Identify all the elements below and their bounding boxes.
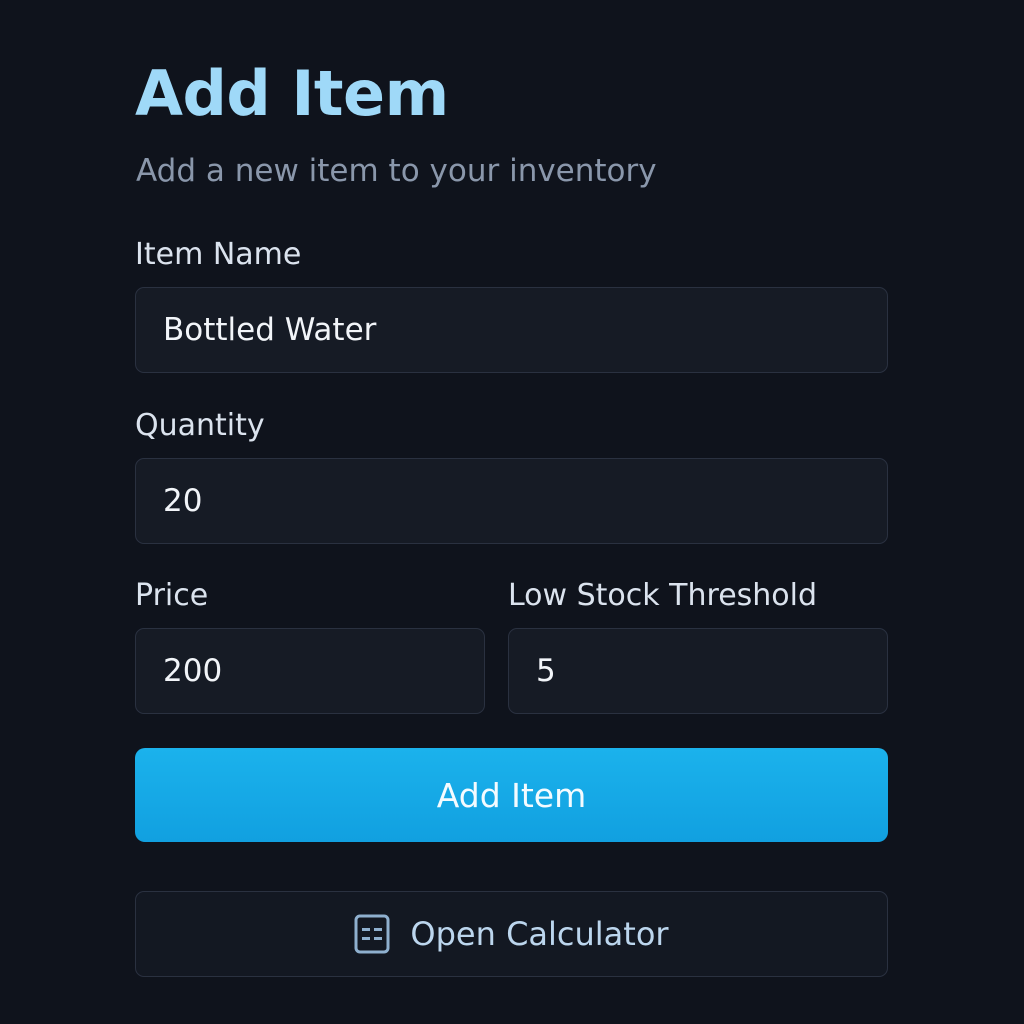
item-name-label: Item Name <box>135 237 302 272</box>
open-calculator-button[interactable]: Open Calculator <box>135 891 888 977</box>
item-name-input[interactable] <box>163 312 887 348</box>
low-stock-threshold-field[interactable] <box>508 628 888 714</box>
quantity-label: Quantity <box>135 408 265 443</box>
low-stock-threshold-label: Low Stock Threshold <box>508 578 818 613</box>
add-item-page: Add Item Add a new item to your inventor… <box>0 0 1024 1024</box>
page-title: Add Item <box>135 57 449 130</box>
quantity-field[interactable] <box>135 458 888 544</box>
calculator-icon <box>354 914 390 954</box>
page-subtitle: Add a new item to your inventory <box>136 153 657 189</box>
low-stock-threshold-input[interactable] <box>536 653 887 689</box>
item-name-field[interactable] <box>135 287 888 373</box>
open-calculator-label: Open Calculator <box>410 915 669 953</box>
add-item-button-label: Add Item <box>436 775 587 815</box>
quantity-input[interactable] <box>163 483 887 519</box>
price-field[interactable] <box>135 628 485 714</box>
price-label: Price <box>135 578 209 613</box>
price-input[interactable] <box>163 653 484 689</box>
add-item-button[interactable]: Add Item <box>135 748 888 842</box>
